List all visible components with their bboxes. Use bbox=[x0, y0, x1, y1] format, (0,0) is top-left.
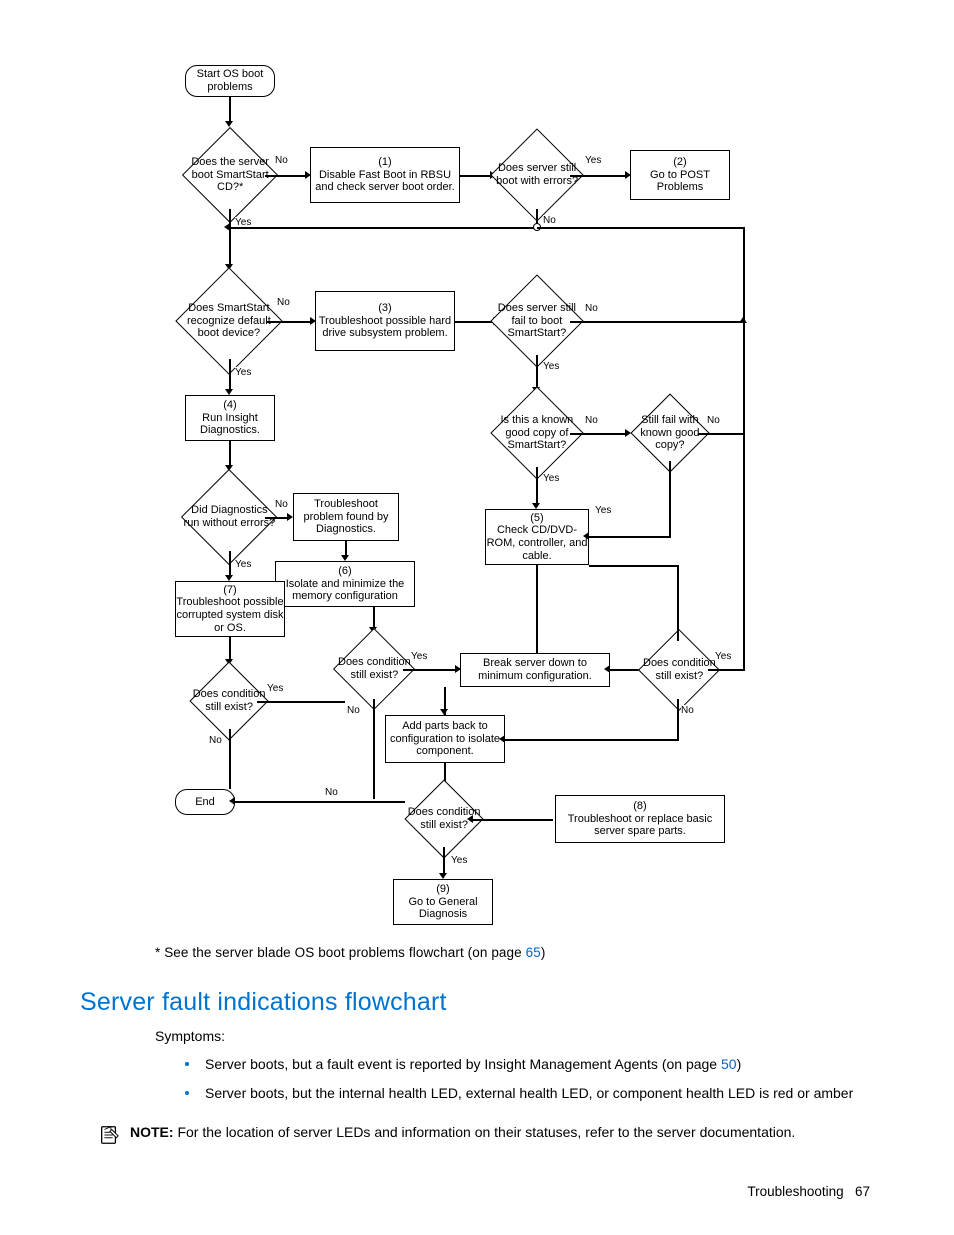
fc-end: End bbox=[175, 789, 235, 815]
note-block: NOTE: For the location of server LEDs an… bbox=[98, 1123, 888, 1146]
list-item: Server boots, but a fault event is repor… bbox=[185, 1055, 875, 1074]
lbl-yes: Yes bbox=[411, 651, 427, 662]
section-title: Server fault indications flowchart bbox=[80, 988, 447, 1017]
footnote: * See the server blade OS boot problems … bbox=[155, 945, 545, 960]
lbl-no: No bbox=[707, 415, 720, 426]
symptom-list: Server boots, but a fault event is repor… bbox=[185, 1055, 875, 1113]
lbl-no: No bbox=[347, 705, 360, 716]
flowchart-area: Start OS boot problems Does the server b… bbox=[155, 65, 775, 935]
lbl-yes: Yes bbox=[451, 855, 467, 866]
page-footer: Troubleshooting 67 bbox=[747, 1184, 870, 1199]
lbl-no: No bbox=[325, 787, 338, 798]
lbl-no: No bbox=[209, 735, 222, 746]
list-item: Server boots, but the internal health LE… bbox=[185, 1084, 875, 1103]
lbl-no: No bbox=[585, 303, 598, 314]
footnote-link[interactable]: 65 bbox=[526, 945, 541, 960]
lbl-no: No bbox=[585, 415, 598, 426]
lbl-no: No bbox=[277, 297, 290, 308]
bullet-icon bbox=[185, 1091, 189, 1095]
fc-trouble-os: (7) Troubleshoot possible corrupted syst… bbox=[175, 581, 285, 637]
fc-trouble-spare: (8) Troubleshoot or replace basic server… bbox=[555, 795, 725, 843]
fc-run-insight: (4) Run Insight Diagnostics. bbox=[185, 395, 275, 441]
bullet-icon bbox=[185, 1062, 189, 1066]
lbl-no: No bbox=[681, 705, 694, 716]
fc-trouble-diag: Troubleshoot problem found by Diagnostic… bbox=[293, 493, 399, 541]
fc-goto-post: (2) Go to POST Problems bbox=[630, 150, 730, 200]
lbl-yes: Yes bbox=[715, 651, 731, 662]
fc-troubleshoot-hdd: (3) Troubleshoot possible hard drive sub… bbox=[315, 291, 455, 351]
fc-break-min: Break server down to minimum configurati… bbox=[460, 653, 610, 687]
fc-goto-general: (9) Go to General Diagnosis bbox=[393, 879, 493, 925]
fc-isolate-mem: (6) Isolate and minimize the memory conf… bbox=[275, 561, 415, 607]
lbl-no: No bbox=[543, 215, 556, 226]
symptoms-label: Symptoms: bbox=[155, 1028, 225, 1044]
lbl-yes: Yes bbox=[267, 683, 283, 694]
note-icon bbox=[98, 1124, 120, 1146]
lbl-yes: Yes bbox=[235, 367, 251, 378]
lbl-yes: Yes bbox=[595, 505, 611, 516]
note-text: For the location of server LEDs and info… bbox=[174, 1124, 796, 1140]
lbl-yes: Yes bbox=[585, 155, 601, 166]
lbl-no: No bbox=[275, 155, 288, 166]
note-label: NOTE: bbox=[130, 1124, 174, 1140]
lbl-no: No bbox=[275, 499, 288, 510]
fc-start: Start OS boot problems bbox=[185, 65, 275, 97]
page-link[interactable]: 50 bbox=[721, 1056, 737, 1072]
lbl-yes: Yes bbox=[543, 361, 559, 372]
fc-check-cd: (5) Check CD/DVD-ROM, controller, and ca… bbox=[485, 509, 589, 565]
lbl-yes: Yes bbox=[235, 559, 251, 570]
fc-disable-fastboot: (1) Disable Fast Boot in RBSU and check … bbox=[310, 147, 460, 203]
fc-add-parts: Add parts back to configuration to isola… bbox=[385, 715, 505, 763]
lbl-yes: Yes bbox=[543, 473, 559, 484]
